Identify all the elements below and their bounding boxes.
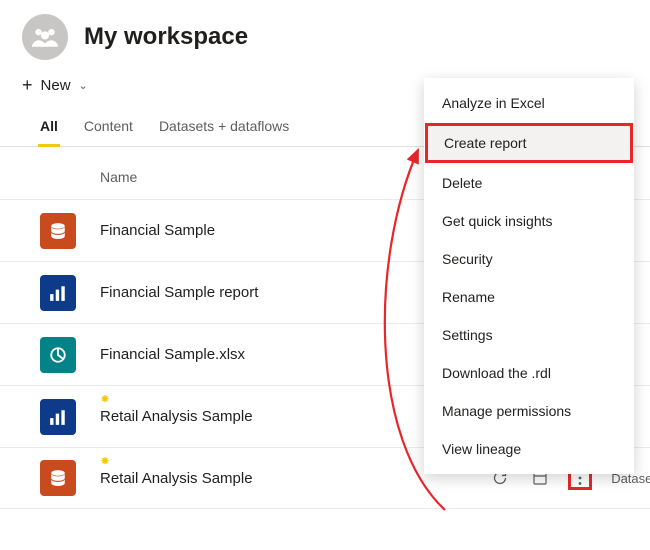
plus-icon: +: [22, 76, 33, 94]
item-name: Financial Sample report: [100, 284, 258, 301]
menu-settings[interactable]: Settings: [424, 316, 634, 354]
menu-create-report[interactable]: Create report: [426, 124, 632, 162]
menu-security[interactable]: Security: [424, 240, 634, 278]
menu-quick-insights[interactable]: Get quick insights: [424, 202, 634, 240]
menu-analyze-excel[interactable]: Analyze in Excel: [424, 84, 634, 122]
menu-delete[interactable]: Delete: [424, 164, 634, 202]
menu-manage-permissions[interactable]: Manage permissions: [424, 392, 634, 430]
new-button-label: New: [41, 77, 71, 94]
report-icon: [40, 399, 76, 435]
chevron-down-icon: ⌄: [79, 79, 88, 92]
dataset-icon: [40, 213, 76, 249]
item-name: Financial Sample: [100, 222, 215, 239]
tab-all[interactable]: All: [38, 108, 60, 146]
tab-content[interactable]: Content: [82, 108, 135, 146]
report-icon: [40, 275, 76, 311]
shared-spark-icon: ⁕: [100, 392, 110, 406]
menu-rename[interactable]: Rename: [424, 278, 634, 316]
shared-spark-icon: ⁕: [100, 454, 110, 468]
workspace-header: My workspace: [0, 0, 650, 70]
workbook-icon: [40, 337, 76, 373]
item-name: Financial Sample.xlsx: [100, 346, 245, 363]
new-button[interactable]: + New ⌄: [0, 70, 110, 108]
context-menu: Analyze in Excel Create report Delete Ge…: [424, 78, 634, 474]
workspace-avatar-icon: [22, 14, 68, 60]
tab-datasets-dataflows[interactable]: Datasets + dataflows: [157, 108, 291, 146]
page-title: My workspace: [84, 23, 248, 51]
dataset-icon: [40, 460, 76, 496]
item-name: Retail Analysis Sample: [100, 470, 253, 487]
menu-view-lineage[interactable]: View lineage: [424, 430, 634, 468]
menu-download-rdl[interactable]: Download the .rdl: [424, 354, 634, 392]
item-name: Retail Analysis Sample: [100, 408, 253, 425]
